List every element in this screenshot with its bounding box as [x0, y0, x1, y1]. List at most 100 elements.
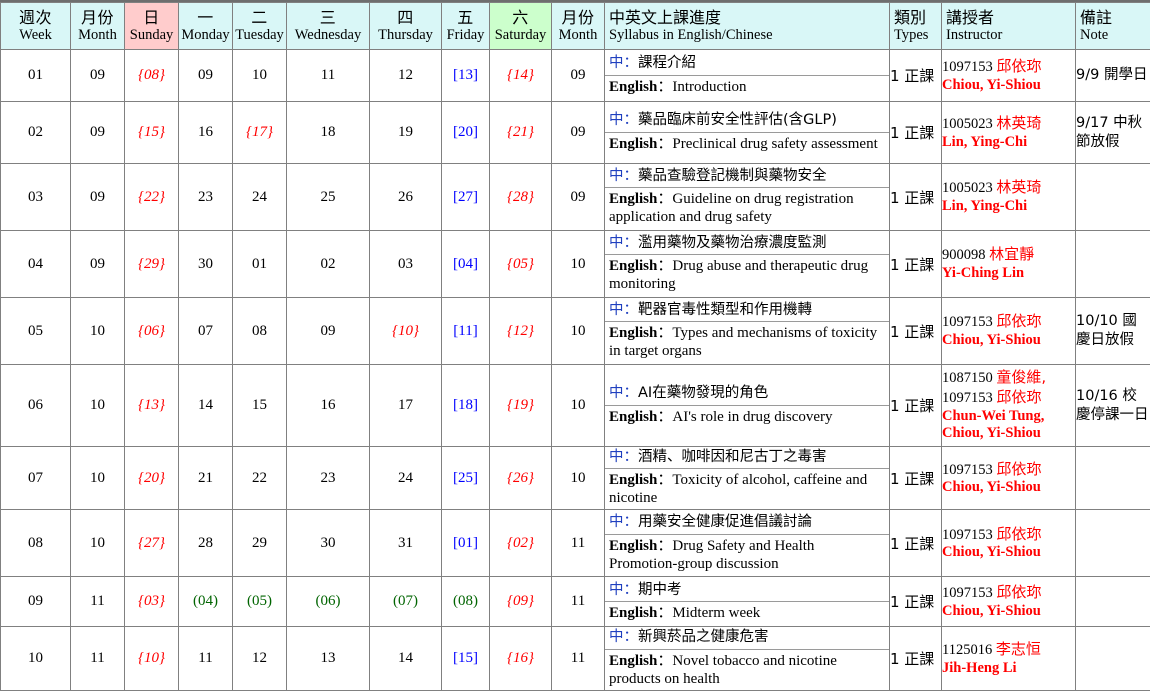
date-cell-thursday[interactable]: 03: [370, 231, 442, 298]
date-cell-tuesday[interactable]: 15: [233, 365, 287, 447]
date-cell-tuesday[interactable]: 10: [233, 50, 287, 102]
month-end[interactable]: 11: [552, 510, 605, 577]
month-start[interactable]: 09: [71, 50, 125, 102]
date-cell-sunday[interactable]: {22}: [125, 164, 179, 231]
date-cell-tuesday[interactable]: 08: [233, 298, 287, 365]
date-cell-monday[interactable]: 21: [179, 447, 233, 510]
date-cell-tuesday[interactable]: {17}: [233, 102, 287, 164]
column-header-tuesday[interactable]: 二Tuesday: [233, 3, 287, 50]
column-header-month-start[interactable]: 月份Month: [71, 3, 125, 50]
column-header-types[interactable]: 類別Types: [890, 3, 942, 50]
table-row[interactable]: 0109{08}09101112[13]{14}09中：課程介紹English：…: [1, 50, 1150, 102]
date-cell-thursday[interactable]: (07): [370, 577, 442, 627]
date-cell-thursday[interactable]: 12: [370, 50, 442, 102]
date-cell-saturday[interactable]: {28}: [490, 164, 552, 231]
instructor-cell[interactable]: 1125016 李志恒Jih-Heng Li: [942, 627, 1076, 690]
column-header-note[interactable]: 備註Note: [1076, 3, 1150, 50]
week-number[interactable]: 02: [1, 102, 71, 164]
week-number[interactable]: 06: [1, 365, 71, 447]
week-number[interactable]: 08: [1, 510, 71, 577]
type-cell[interactable]: 1 正課: [890, 102, 942, 164]
month-start[interactable]: 09: [71, 164, 125, 231]
date-cell-sunday[interactable]: {10}: [125, 627, 179, 690]
column-header-syllabus[interactable]: 中英文上課進度Syllabus in English/Chinese: [605, 3, 890, 50]
instructor-cell[interactable]: 1097153 邱依珎Chiou, Yi-Shiou: [942, 577, 1076, 627]
date-cell-tuesday[interactable]: 24: [233, 164, 287, 231]
date-cell-friday[interactable]: [25]: [442, 447, 490, 510]
table-row[interactable]: 0510{06}070809{10}[11]{12}10中：靶器官毒性類型和作用…: [1, 298, 1150, 365]
date-cell-sunday[interactable]: {08}: [125, 50, 179, 102]
week-number[interactable]: 10: [1, 627, 71, 690]
note-cell[interactable]: [1076, 164, 1150, 231]
column-header-week[interactable]: 週次Week: [1, 3, 71, 50]
table-row[interactable]: 0309{22}23242526[27]{28}09中：藥品查驗登記機制與藥物安…: [1, 164, 1150, 231]
syllabus-cell[interactable]: 中：酒精、咖啡因和尼古丁之毒害English：Toxicity of alcoh…: [605, 447, 890, 510]
date-cell-saturday[interactable]: {12}: [490, 298, 552, 365]
date-cell-monday[interactable]: 14: [179, 365, 233, 447]
date-cell-friday[interactable]: [18]: [442, 365, 490, 447]
date-cell-monday[interactable]: 16: [179, 102, 233, 164]
date-cell-saturday[interactable]: {19}: [490, 365, 552, 447]
week-number[interactable]: 05: [1, 298, 71, 365]
month-end[interactable]: 10: [552, 231, 605, 298]
date-cell-wednesday[interactable]: 02: [287, 231, 370, 298]
month-end[interactable]: 09: [552, 50, 605, 102]
date-cell-tuesday[interactable]: 01: [233, 231, 287, 298]
column-header-friday[interactable]: 五Friday: [442, 3, 490, 50]
date-cell-friday[interactable]: [27]: [442, 164, 490, 231]
date-cell-sunday[interactable]: {15}: [125, 102, 179, 164]
month-end[interactable]: 10: [552, 365, 605, 447]
month-end[interactable]: 11: [552, 577, 605, 627]
note-cell[interactable]: [1076, 510, 1150, 577]
date-cell-wednesday[interactable]: 16: [287, 365, 370, 447]
syllabus-cell[interactable]: 中：AI在藥物發現的角色English：AI's role in drug di…: [605, 365, 890, 447]
month-end[interactable]: 11: [552, 627, 605, 690]
date-cell-tuesday[interactable]: (05): [233, 577, 287, 627]
date-cell-monday[interactable]: 11: [179, 627, 233, 690]
type-cell[interactable]: 1 正課: [890, 298, 942, 365]
date-cell-sunday[interactable]: {20}: [125, 447, 179, 510]
date-cell-tuesday[interactable]: 29: [233, 510, 287, 577]
date-cell-tuesday[interactable]: 12: [233, 627, 287, 690]
note-cell[interactable]: 9/9 開學日: [1076, 50, 1150, 102]
note-cell[interactable]: 9/17 中秋節放假: [1076, 102, 1150, 164]
syllabus-cell[interactable]: 中：藥品臨床前安全性評估(含GLP)English：Preclinical dr…: [605, 102, 890, 164]
syllabus-cell[interactable]: 中：藥品查驗登記機制與藥物安全English：Guideline on drug…: [605, 164, 890, 231]
month-end[interactable]: 10: [552, 447, 605, 510]
instructor-cell[interactable]: 1097153 邱依珎Chiou, Yi-Shiou: [942, 50, 1076, 102]
date-cell-friday[interactable]: [13]: [442, 50, 490, 102]
syllabus-cell[interactable]: 中：濫用藥物及藥物治療濃度監測English：Drug abuse and th…: [605, 231, 890, 298]
type-cell[interactable]: 1 正課: [890, 447, 942, 510]
date-cell-sunday[interactable]: {29}: [125, 231, 179, 298]
column-header-instructor[interactable]: 講授者Instructor: [942, 3, 1076, 50]
column-header-monday[interactable]: 一Monday: [179, 3, 233, 50]
date-cell-saturday[interactable]: {05}: [490, 231, 552, 298]
date-cell-sunday[interactable]: {13}: [125, 365, 179, 447]
syllabus-cell[interactable]: 中：用藥安全健康促進倡議討論English：Drug Safety and He…: [605, 510, 890, 577]
date-cell-wednesday[interactable]: 18: [287, 102, 370, 164]
date-cell-friday[interactable]: [04]: [442, 231, 490, 298]
date-cell-sunday[interactable]: {27}: [125, 510, 179, 577]
week-number[interactable]: 03: [1, 164, 71, 231]
date-cell-monday[interactable]: 28: [179, 510, 233, 577]
date-cell-saturday[interactable]: {02}: [490, 510, 552, 577]
date-cell-wednesday[interactable]: 30: [287, 510, 370, 577]
note-cell[interactable]: 10/16 校慶停課一日: [1076, 365, 1150, 447]
date-cell-thursday[interactable]: 26: [370, 164, 442, 231]
column-header-thursday[interactable]: 四Thursday: [370, 3, 442, 50]
date-cell-monday[interactable]: 23: [179, 164, 233, 231]
column-header-sunday[interactable]: 日Sunday: [125, 3, 179, 50]
month-end[interactable]: 09: [552, 102, 605, 164]
column-header-wednesday[interactable]: 三Wednesday: [287, 3, 370, 50]
week-number[interactable]: 01: [1, 50, 71, 102]
month-start[interactable]: 10: [71, 510, 125, 577]
date-cell-wednesday[interactable]: 11: [287, 50, 370, 102]
date-cell-saturday[interactable]: {21}: [490, 102, 552, 164]
syllabus-cell[interactable]: 中：期中考English：Midterm week: [605, 577, 890, 627]
date-cell-thursday[interactable]: {10}: [370, 298, 442, 365]
month-start[interactable]: 10: [71, 365, 125, 447]
date-cell-monday[interactable]: (04): [179, 577, 233, 627]
week-number[interactable]: 07: [1, 447, 71, 510]
table-row[interactable]: 0710{20}21222324[25]{26}10中：酒精、咖啡因和尼古丁之毒…: [1, 447, 1150, 510]
date-cell-monday[interactable]: 07: [179, 298, 233, 365]
